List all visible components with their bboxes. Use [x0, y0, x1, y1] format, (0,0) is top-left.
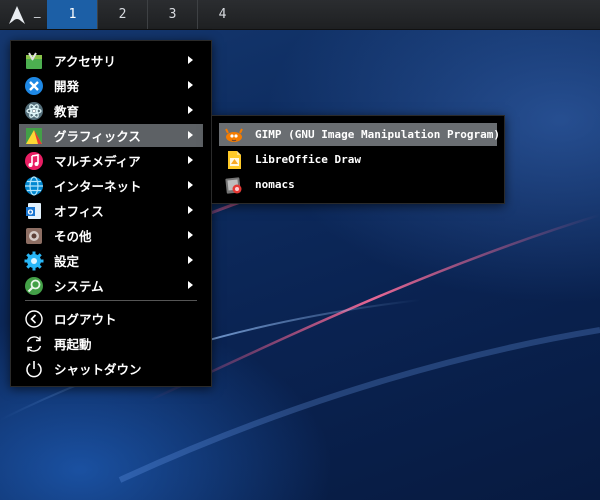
menu-item-label: 設定 [54, 254, 80, 269]
submenu-item-gimp[interactable]: GIMP (GNU Image Manipulation Program) [219, 123, 501, 146]
menu-item-label: ログアウト [54, 312, 117, 327]
menu-item-label: その他 [54, 229, 92, 244]
workspace-4-button[interactable]: 4 [197, 0, 247, 29]
multimedia-icon [24, 151, 44, 171]
office-icon: O [24, 201, 44, 221]
restart-icon [24, 334, 44, 354]
menu-item-system[interactable]: システム [19, 274, 203, 297]
submenu-arrow-icon [188, 81, 193, 89]
menu-item-label: オフィス [54, 204, 104, 219]
application-menu: アクセサリ 開発 教育 グラフィックス マルチメディア インターネット O オフ… [10, 40, 212, 387]
menu-item-graphics[interactable]: グラフィックス [19, 124, 203, 147]
graphics-submenu: GIMP (GNU Image Manipulation Program) Li… [211, 115, 505, 204]
submenu-arrow-icon [188, 156, 193, 164]
menu-item-development[interactable]: 開発 [19, 74, 203, 97]
nomacs-icon [224, 175, 244, 195]
menu-item-label: 教育 [54, 104, 80, 119]
svg-text:O: O [28, 208, 34, 216]
logout-button[interactable]: ログアウト [19, 307, 203, 330]
workspace-1-button[interactable]: 1 [47, 0, 97, 29]
menu-item-accessories[interactable]: アクセサリ [19, 49, 203, 72]
settings-icon [24, 251, 44, 271]
gimp-icon [224, 125, 244, 145]
menu-item-label: アクセサリ [54, 54, 116, 69]
submenu-item-nomacs[interactable]: nomacs [219, 173, 497, 196]
menu-item-label: 再起動 [54, 337, 92, 352]
restart-button[interactable]: 再起動 [19, 332, 203, 355]
other-icon [24, 226, 44, 246]
submenu-arrow-icon [188, 206, 193, 214]
shutdown-icon [24, 359, 44, 379]
submenu-arrow-icon [188, 131, 193, 139]
menu-item-internet[interactable]: インターネット [19, 174, 203, 197]
top-panel: _ 1 2 3 4 [0, 0, 600, 30]
submenu-item-label: nomacs [255, 178, 295, 191]
menu-separator [25, 300, 197, 301]
submenu-arrow-icon [188, 56, 193, 64]
workspace-3-button[interactable]: 3 [147, 0, 197, 29]
submenu-item-label: GIMP (GNU Image Manipulation Program) [255, 128, 501, 141]
workspace-2-button[interactable]: 2 [97, 0, 147, 29]
submenu-arrow-icon [188, 256, 193, 264]
libreoffice-draw-icon [224, 150, 244, 170]
menu-item-education[interactable]: 教育 [19, 99, 203, 122]
shutdown-button[interactable]: シャットダウン [19, 357, 203, 380]
menu-item-label: グラフィックス [54, 129, 141, 144]
graphics-icon [24, 126, 44, 146]
submenu-item-label: LibreOffice Draw [255, 153, 361, 166]
arch-logo-icon[interactable] [6, 4, 28, 26]
accessories-icon [24, 51, 44, 71]
system-icon [24, 276, 44, 296]
menu-item-office[interactable]: O オフィス [19, 199, 203, 222]
internet-icon [24, 175, 44, 196]
submenu-arrow-icon [188, 231, 193, 239]
menu-item-label: システム [54, 279, 104, 294]
menu-item-label: インターネット [54, 179, 142, 194]
submenu-item-libreoffice-draw[interactable]: LibreOffice Draw [219, 148, 497, 171]
submenu-arrow-icon [188, 181, 193, 189]
submenu-arrow-icon [188, 281, 193, 289]
menu-item-label: 開発 [54, 79, 80, 94]
development-icon [24, 76, 44, 96]
menu-item-other[interactable]: その他 [19, 224, 203, 247]
menu-item-label: マルチメディア [54, 154, 141, 169]
menu-item-settings[interactable]: 設定 [19, 249, 203, 272]
logout-icon [24, 309, 44, 329]
submenu-arrow-icon [188, 106, 193, 114]
education-icon [24, 101, 44, 121]
menu-item-multimedia[interactable]: マルチメディア [19, 149, 203, 172]
minimize-label[interactable]: _ [34, 4, 41, 19]
menu-item-label: シャットダウン [54, 362, 142, 377]
